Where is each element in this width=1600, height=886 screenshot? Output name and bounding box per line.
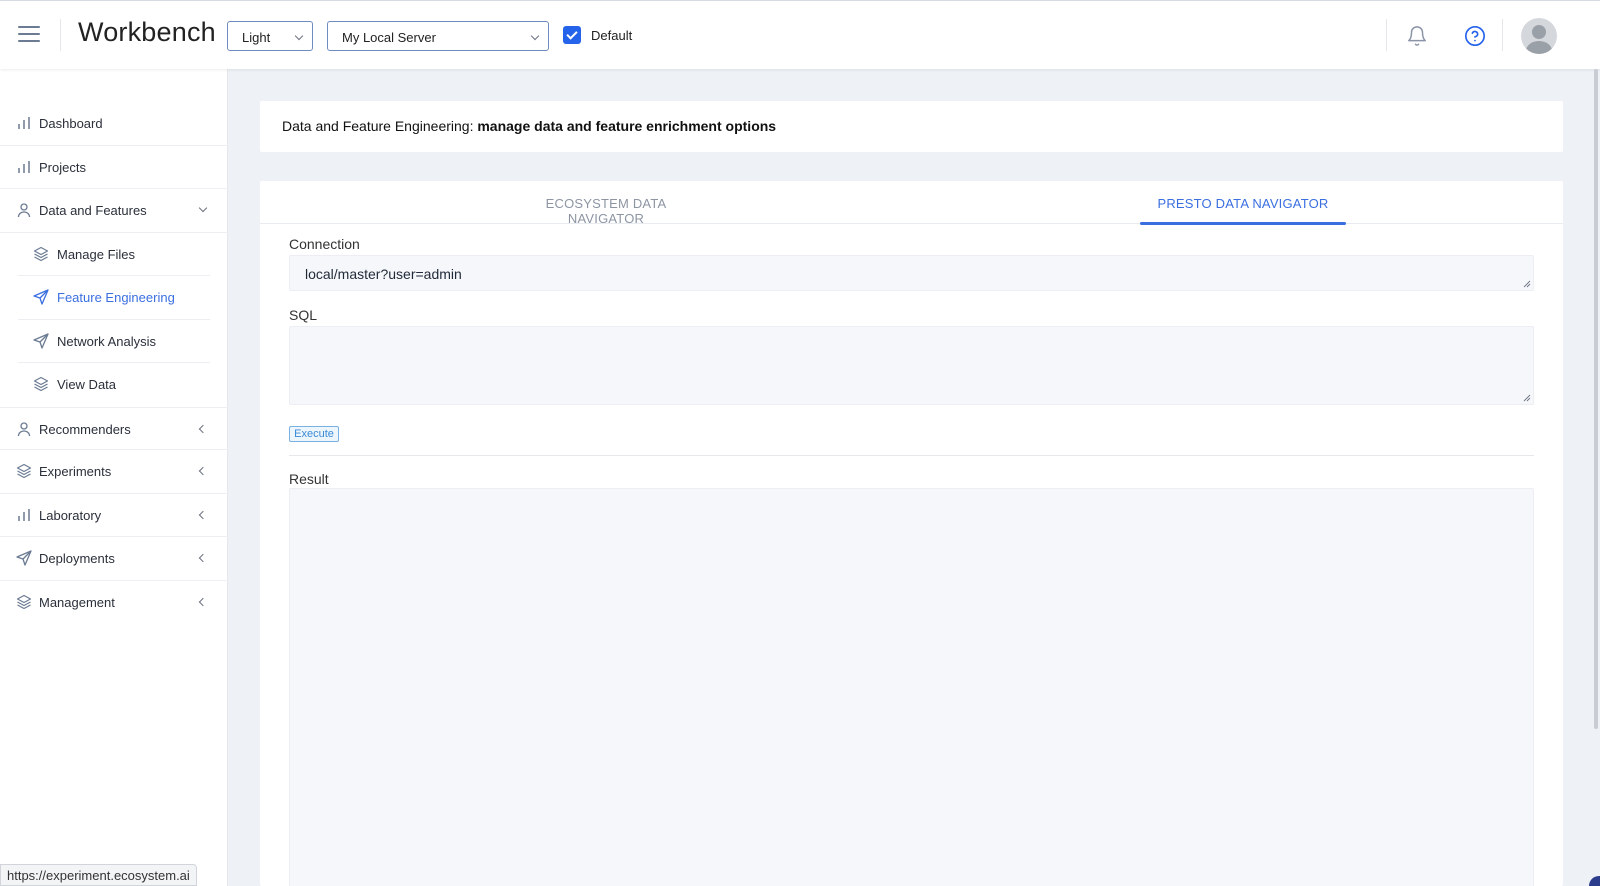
avatar[interactable] bbox=[1521, 18, 1557, 54]
sidebar-item-label: Recommenders bbox=[39, 421, 131, 437]
sidebar-item-data-and-features[interactable]: Data and Features bbox=[0, 189, 228, 233]
sql-label: SQL bbox=[289, 307, 318, 323]
sidebar-nav: Dashboard Projects Data and Features Man… bbox=[0, 102, 228, 624]
sidebar-item-dashboard[interactable]: Dashboard bbox=[0, 102, 228, 146]
sidebar-item-label: View Data bbox=[57, 377, 117, 392]
sidebar-item-recommenders[interactable]: Recommenders bbox=[0, 406, 228, 450]
resize-handle-icon[interactable] bbox=[1523, 280, 1531, 288]
tab-bar: ECOSYSTEM DATA NAVIGATOR PRESTO DATA NAV… bbox=[260, 181, 1563, 226]
execute-button[interactable]: Execute bbox=[289, 426, 339, 442]
layers-icon bbox=[33, 376, 49, 392]
page-title-prefix: Data and Feature Engineering: bbox=[282, 118, 474, 134]
send-icon bbox=[33, 289, 49, 305]
sidebar-item-deployments[interactable]: Deployments bbox=[0, 537, 228, 581]
chevron-down-icon bbox=[198, 203, 208, 213]
app-title: Workbench bbox=[78, 17, 216, 47]
sidebar-item-experiments[interactable]: Experiments bbox=[0, 450, 228, 494]
user-icon bbox=[17, 203, 31, 218]
chevron-left-icon bbox=[198, 424, 208, 433]
window-corner bbox=[1589, 876, 1600, 886]
sidebar-item-label: Laboratory bbox=[39, 507, 102, 523]
sidebar-item-label: Deployments bbox=[39, 551, 115, 566]
sidebar-item-view-data[interactable]: View Data bbox=[18, 363, 210, 407]
sidebar-item-label: Feature Engineering bbox=[57, 290, 175, 305]
tab-ecosystem-data-navigator[interactable]: ECOSYSTEM DATA NAVIGATOR bbox=[506, 181, 706, 226]
sidebar-item-management[interactable]: Management bbox=[0, 581, 228, 625]
resize-handle-icon[interactable] bbox=[1523, 394, 1531, 402]
send-icon bbox=[33, 332, 49, 349]
divider bbox=[1386, 19, 1387, 51]
sidebar-item-label: Data and Features bbox=[39, 203, 147, 218]
sidebar-item-label: Dashboard bbox=[39, 116, 103, 131]
theme-select[interactable]: Light bbox=[227, 21, 313, 51]
sidebar-item-projects[interactable]: Projects bbox=[0, 146, 228, 189]
sidebar-item-label: Network Analysis bbox=[57, 333, 156, 349]
chevron-left-icon bbox=[198, 597, 208, 606]
page-header: Data and Feature Engineering: manage dat… bbox=[260, 101, 1563, 152]
server-select[interactable]: My Local Server bbox=[327, 21, 549, 51]
bar-chart-icon bbox=[18, 508, 30, 521]
result-output[interactable] bbox=[289, 488, 1534, 886]
page-title: Data and Feature Engineering: manage dat… bbox=[282, 118, 776, 134]
content-panel: ECOSYSTEM DATA NAVIGATOR PRESTO DATA NAV… bbox=[260, 181, 1563, 886]
sidebar-item-feature-engineering[interactable]: Feature Engineering bbox=[18, 276, 210, 320]
sidebar-item-label: Manage Files bbox=[57, 246, 136, 262]
chevron-left-icon bbox=[198, 553, 208, 563]
server-select-value: My Local Server bbox=[342, 30, 436, 45]
chevron-down-icon bbox=[530, 31, 540, 41]
sidebar-item-label: Management bbox=[39, 594, 115, 610]
layers-icon bbox=[16, 463, 32, 479]
tab-presto-data-navigator[interactable]: PRESTO DATA NAVIGATOR bbox=[1140, 181, 1346, 225]
theme-select-value: Light bbox=[242, 30, 271, 45]
sidebar-item-network-analysis[interactable]: Network Analysis bbox=[18, 320, 210, 363]
divider bbox=[289, 455, 1534, 456]
sidebar-item-label: Projects bbox=[39, 159, 86, 175]
page-scrollbar[interactable] bbox=[1594, 69, 1598, 729]
sql-input[interactable] bbox=[289, 326, 1534, 405]
layers-icon bbox=[33, 246, 49, 261]
connection-input-value: local/master?user=admin bbox=[305, 266, 462, 282]
send-icon bbox=[16, 550, 32, 566]
bar-chart-icon bbox=[18, 160, 30, 173]
default-checkbox[interactable] bbox=[563, 26, 581, 44]
sidebar-item-manage-files[interactable]: Manage Files bbox=[18, 233, 210, 276]
chevron-left-icon bbox=[198, 510, 208, 519]
user-icon bbox=[17, 421, 31, 436]
default-checkbox-label: Default bbox=[591, 28, 633, 43]
layers-icon bbox=[16, 594, 32, 609]
divider bbox=[60, 19, 61, 51]
sidebar: Dashboard Projects Data and Features Man… bbox=[0, 69, 228, 886]
status-bar-url: https://experiment.ecosystem.ai bbox=[0, 864, 197, 886]
connection-label: Connection bbox=[289, 236, 360, 252]
sidebar-item-laboratory[interactable]: Laboratory bbox=[0, 494, 228, 537]
divider bbox=[1502, 19, 1503, 51]
sidebar-item-label: Experiments bbox=[39, 464, 112, 479]
chevron-left-icon bbox=[198, 466, 208, 476]
connection-input[interactable]: local/master?user=admin bbox=[289, 255, 1534, 291]
chevron-down-icon bbox=[294, 31, 304, 41]
top-bar: Workbench Light My Local Server Default bbox=[0, 0, 1600, 69]
bar-chart-icon bbox=[18, 117, 30, 129]
page-title-emphasis: manage data and feature enrichment optio… bbox=[477, 118, 777, 134]
bell-icon[interactable] bbox=[1406, 25, 1428, 47]
result-label: Result bbox=[289, 471, 329, 487]
help-icon[interactable] bbox=[1464, 25, 1486, 47]
menu-icon[interactable] bbox=[18, 26, 40, 42]
